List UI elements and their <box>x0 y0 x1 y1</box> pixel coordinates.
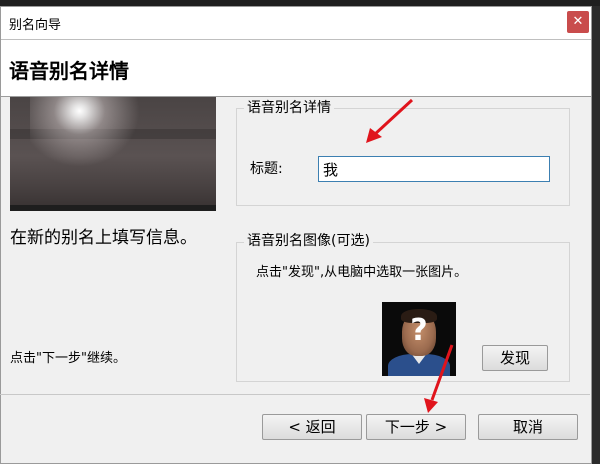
page-title: 语音别名详情 <box>9 59 129 83</box>
window-title: 别名向导 <box>9 18 62 33</box>
footer-divider <box>0 394 590 395</box>
title-input[interactable] <box>318 156 550 182</box>
close-button[interactable]: ✕ <box>567 11 589 33</box>
wizard-header: 语音别名详情 <box>1 39 591 97</box>
title-label: 标题: <box>250 161 283 177</box>
next-hint: 点击"下一步"继续。 <box>10 351 126 366</box>
discover-button[interactable]: 发现 <box>482 345 548 371</box>
unknown-avatar-icon: ? <box>382 302 456 376</box>
title-bar: 别名向导 ✕ <box>1 7 591 39</box>
image-hint: 点击"发现",从电脑中选取一张图片。 <box>256 265 468 280</box>
close-icon: ✕ <box>572 14 584 29</box>
wizard-description: 在新的别名上填写信息。 <box>10 228 197 248</box>
image-group-title: 语音别名图像(可选) <box>244 230 373 250</box>
wizard-banner-image <box>10 97 216 211</box>
details-group-title: 语音别名详情 <box>244 97 334 117</box>
back-button[interactable]: < 返回 <box>262 414 362 440</box>
next-button[interactable]: 下一步 > <box>366 414 466 440</box>
cancel-button[interactable]: 取消 <box>478 414 578 440</box>
